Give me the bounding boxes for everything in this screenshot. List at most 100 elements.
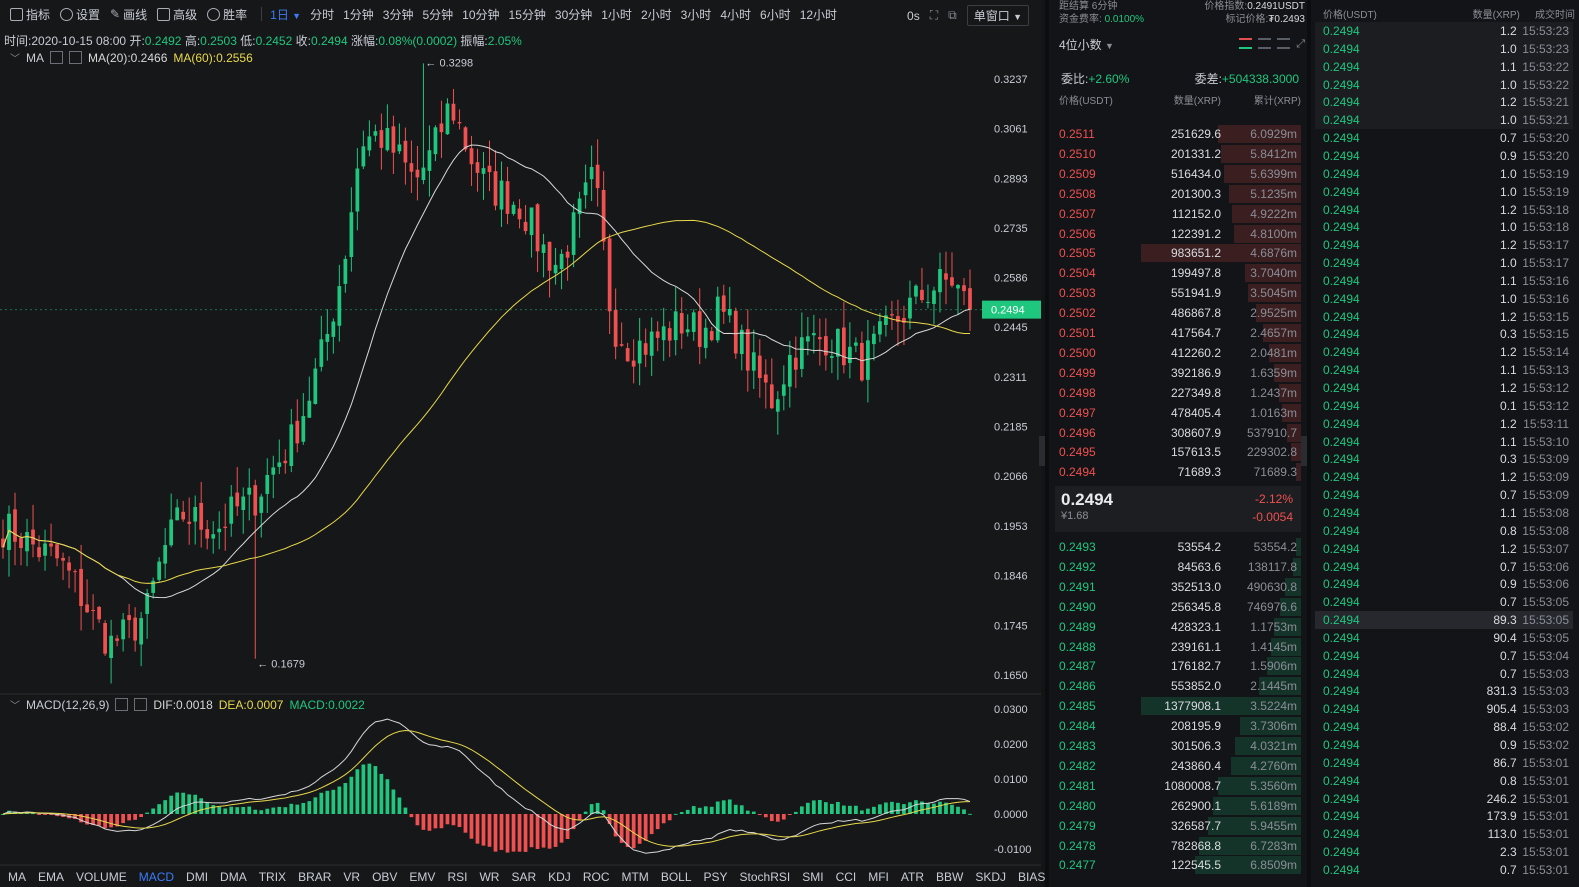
ask-row[interactable]: 0.2498 227349.8 1.2437m <box>1055 383 1301 403</box>
collapse-chevron-icon[interactable]: ﹀ <box>10 697 20 712</box>
indicator-tab[interactable]: SMI <box>802 870 823 884</box>
ask-row[interactable]: 0.2494 71689.3 71689.3 <box>1055 462 1301 482</box>
indicator-tab[interactable]: MACD <box>139 870 174 884</box>
indicator-tab[interactable]: PSY <box>704 870 728 884</box>
indicator-tab[interactable]: SKDJ <box>975 870 1006 884</box>
interval-option[interactable]: 12小时 <box>800 6 837 23</box>
ask-row[interactable]: 0.2502 486867.8 2.9525m <box>1055 303 1301 323</box>
interval-option[interactable]: 1小时 <box>601 6 632 23</box>
interval-option[interactable]: 10分钟 <box>462 6 499 23</box>
bid-row[interactable]: 0.2480 262900.1 5.6189m <box>1055 796 1301 816</box>
indicator-tab[interactable]: TRIX <box>259 870 286 884</box>
indicator-tab[interactable]: DMI <box>186 870 208 884</box>
kline-chart[interactable]: 0.3237 0.3061 0.2893 0.2735 0.2586 0.2445 0.23… <box>0 0 1041 866</box>
bid-row[interactable]: 0.2487 176182.7 1.5906m <box>1055 656 1301 676</box>
indicator-tab[interactable]: VR <box>343 870 360 884</box>
view-asks-icon[interactable] <box>1277 38 1291 49</box>
bid-row[interactable]: 0.2490 256345.8 746976.6 <box>1055 597 1301 617</box>
bid-row[interactable]: 0.2478 782868.8 6.7283m <box>1055 836 1301 856</box>
indicator-tab[interactable]: VOLUME <box>76 870 127 884</box>
indicator-tab[interactable]: BIAS <box>1018 870 1045 884</box>
ask-row[interactable]: 0.2503 551941.9 3.5045m <box>1055 283 1301 303</box>
ask-row[interactable]: 0.2509 516434.0 5.6399m <box>1055 164 1301 184</box>
bid-row[interactable]: 0.2483 301506.3 4.0321m <box>1055 736 1301 756</box>
bid-row[interactable]: 0.2491 352513.0 490630.8 <box>1055 577 1301 597</box>
view-bids-icon[interactable] <box>1258 38 1272 49</box>
indicator-tab[interactable]: MFI <box>868 870 889 884</box>
bid-row[interactable]: 0.2481 1080008.7 5.3560m <box>1055 776 1301 796</box>
ask-row[interactable]: 0.2511 251629.6 6.0929m <box>1055 124 1301 144</box>
indicator-tab[interactable]: DMA <box>220 870 247 884</box>
bid-row[interactable]: 0.2486 553852.0 2.1445m <box>1055 676 1301 696</box>
macd-settings-icon[interactable] <box>115 698 129 711</box>
view-both-icon[interactable] <box>1239 38 1253 49</box>
interval-option[interactable]: 分时 <box>310 6 334 23</box>
interval-option[interactable]: 1分钟 <box>343 6 374 23</box>
indicator-tab[interactable]: EMV <box>409 870 435 884</box>
advanced-button[interactable]: 高级 <box>157 6 197 23</box>
indicator-tab[interactable]: RSI <box>447 870 467 884</box>
indicator-tab[interactable]: ATR <box>901 870 924 884</box>
bid-row[interactable]: 0.2477 122545.5 6.8509m <box>1055 855 1301 875</box>
indicator-tab[interactable]: BOLL <box>661 870 692 884</box>
interval-dropdown[interactable]: 1日 ▼ <box>270 6 301 23</box>
interval-option[interactable]: 15分钟 <box>509 6 546 23</box>
indicator-tab[interactable]: SAR <box>511 870 536 884</box>
ask-row[interactable]: 0.2505 983651.2 4.6876m <box>1055 243 1301 263</box>
window-mode-dropdown[interactable]: 单窗口 ▼ <box>966 5 1029 26</box>
indicator-tab[interactable]: MTM <box>621 870 648 884</box>
collapse-chevron-icon[interactable]: ﹀ <box>10 50 20 65</box>
interval-option[interactable]: 5分钟 <box>422 6 453 23</box>
fullscreen-icon[interactable]: ⛶ <box>930 8 938 23</box>
interval-option[interactable]: 2小时 <box>641 6 672 23</box>
order-qty: 1377908.1 <box>1164 699 1221 714</box>
draw-button[interactable]: ✎ 画线 <box>110 6 147 23</box>
trade-qty: 1.2 <box>1500 95 1517 110</box>
ask-row[interactable]: 0.2510 201331.2 5.8412m <box>1055 144 1301 164</box>
ask-row[interactable]: 0.2496 308607.9 537910.7 <box>1055 423 1301 443</box>
bid-row[interactable]: 0.2488 239161.1 1.4145m <box>1055 637 1301 657</box>
chart-panel[interactable]: 0.3237 0.3061 0.2893 0.2735 0.2586 0.2445 0.23… <box>0 0 1045 887</box>
bid-row[interactable]: 0.2489 428323.1 1.1753m <box>1055 617 1301 637</box>
indicator-tab[interactable]: OBV <box>372 870 397 884</box>
bid-row[interactable]: 0.2493 53554.2 53554.2 <box>1055 537 1301 557</box>
ask-row[interactable]: 0.2495 157613.5 229302.8 <box>1055 442 1301 462</box>
indicator-tab[interactable]: CCI <box>836 870 857 884</box>
indicator-tab[interactable]: EMA <box>38 870 64 884</box>
panel-resize-handle[interactable] <box>1039 436 1045 466</box>
screenshot-icon[interactable]: ⧉ <box>948 8 957 23</box>
interval-option[interactable]: 30分钟 <box>555 6 592 23</box>
interval-option[interactable]: 4小时 <box>720 6 751 23</box>
indicator-tab[interactable]: StochRSI <box>740 870 791 884</box>
winrate-button[interactable]: 胜率 <box>207 6 247 23</box>
ask-row[interactable]: 0.2507 112152.0 4.9222m <box>1055 204 1301 224</box>
ma-settings-icon[interactable] <box>50 51 63 64</box>
indicator-tab[interactable]: ROC <box>583 870 610 884</box>
macd-close-icon[interactable] <box>134 698 148 711</box>
settings-button[interactable]: 设置 <box>60 6 100 23</box>
ask-row[interactable]: 0.2504 199497.8 3.7040m <box>1055 263 1301 283</box>
ask-row[interactable]: 0.2506 122391.2 4.8100m <box>1055 224 1301 244</box>
ask-row[interactable]: 0.2500 412260.2 2.0481m <box>1055 343 1301 363</box>
indicator-tab[interactable]: MA <box>8 870 26 884</box>
interval-option[interactable]: 3分钟 <box>383 6 414 23</box>
bid-row[interactable]: 0.2492 84563.6 138117.8 <box>1055 557 1301 577</box>
indicator-tab[interactable]: KDJ <box>548 870 571 884</box>
expand-icon[interactable]: ⤢ <box>1296 38 1305 51</box>
ask-row[interactable]: 0.2497 478405.4 1.0163m <box>1055 403 1301 423</box>
interval-option[interactable]: 6小时 <box>760 6 791 23</box>
indicator-tab[interactable]: BBW <box>936 870 963 884</box>
bid-row[interactable]: 0.2479 326587.7 5.9455m <box>1055 816 1301 836</box>
bid-row[interactable]: 0.2484 208195.9 3.7306m <box>1055 716 1301 736</box>
indicator-tab[interactable]: WR <box>479 870 499 884</box>
interval-option[interactable]: 3小时 <box>681 6 712 23</box>
bid-row[interactable]: 0.2485 1377908.1 3.5224m <box>1055 696 1301 716</box>
ask-row[interactable]: 0.2501 417564.7 2.4657m <box>1055 323 1301 343</box>
ask-row[interactable]: 0.2499 392186.9 1.6359m <box>1055 363 1301 383</box>
precision-dropdown[interactable]: 4位小数 ▼ <box>1059 36 1114 53</box>
indicator-tab[interactable]: BRAR <box>298 870 331 884</box>
ma-close-icon[interactable] <box>69 51 82 64</box>
bid-row[interactable]: 0.2482 243860.4 4.2760m <box>1055 756 1301 776</box>
indicator-button[interactable]: 指标 <box>10 6 50 23</box>
ask-row[interactable]: 0.2508 201300.3 5.1235m <box>1055 184 1301 204</box>
